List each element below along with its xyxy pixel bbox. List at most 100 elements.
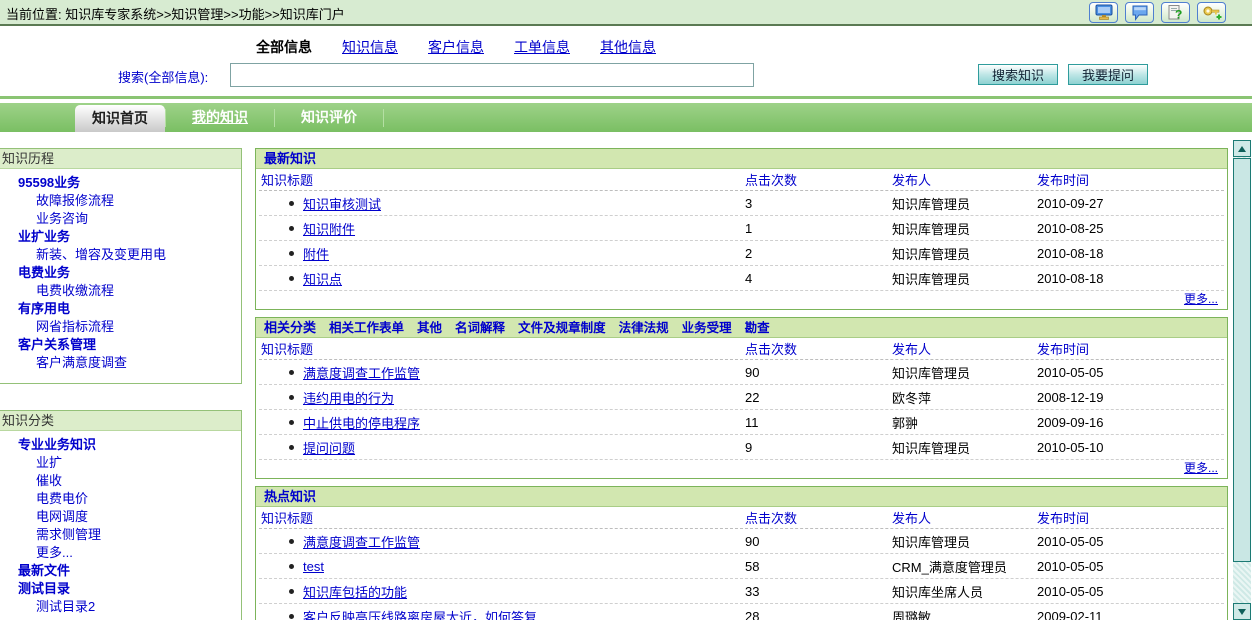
more-link[interactable]: 更多... [1184,292,1218,306]
sidebar-item-95598[interactable]: 95598业务 [0,174,241,192]
scroll-up-button[interactable] [1233,140,1251,157]
knowledge-title-link[interactable]: 违约用电的行为 [303,388,394,407]
cell-date: 2010-09-27 [1037,196,1224,211]
search-knowledge-button[interactable]: 搜索知识 [978,64,1058,85]
sidebar-item-fee-collection[interactable]: 电费收缴流程 [0,282,241,300]
remote-desktop-button[interactable] [1089,2,1118,23]
knowledge-title-link[interactable]: 知识点 [303,269,342,288]
knowledge-title-link[interactable]: 满意度调查工作监管 [303,532,420,551]
sidebar-item-satisfaction-survey[interactable]: 客户满意度调查 [0,354,241,372]
tab-customer-info[interactable]: 客户信息 [428,37,484,57]
bullet-icon [289,370,294,375]
cell-date: 2009-02-11 [1037,609,1224,620]
knowledge-title-link[interactable]: 附件 [303,244,329,263]
category-link-regulations[interactable]: 文件及规章制度 [518,318,606,338]
help-doc-icon: ? [1167,4,1185,21]
panel-title: 热点知识 [264,487,316,507]
sidebar-item-professional-knowledge[interactable]: 专业业务知识 [0,436,241,454]
knowledge-table: 知识标题 点击次数 发布人 发布时间 满意度调查工作监管 90 知识库管理员 2… [256,507,1227,620]
sidebar-item-test-dir2[interactable]: 测试目录2 [0,598,241,616]
search-input[interactable] [230,63,754,87]
category-link-acceptance[interactable]: 业务受理 [682,318,732,338]
ask-question-button[interactable]: 我要提问 [1068,64,1148,85]
col-clicks: 点击次数 [745,339,892,358]
help-button[interactable]: ? [1161,2,1190,23]
vertical-scrollbar[interactable] [1233,140,1251,620]
knowledge-title-link[interactable]: 满意度调查工作监管 [303,363,420,382]
sidebar-item-more[interactable]: 更多... [0,544,241,562]
cell-date: 2010-05-10 [1037,440,1224,455]
col-date: 发布时间 [1037,339,1224,358]
cell-date: 2009-09-16 [1037,415,1224,430]
table-row: 客户反映高压线路离房屋太近，如何答复 28 周璐敏 2009-02-11 [259,604,1224,620]
panel-title: 相关分类 [264,318,316,338]
sidebar-item-latest-files[interactable]: 最新文件 [0,562,241,580]
table-row: 知识库包括的功能 33 知识库坐席人员 2010-05-05 [259,579,1224,604]
col-publisher: 发布人 [892,508,1037,527]
knowledge-title-link[interactable]: 知识库包括的功能 [303,582,407,601]
category-link-glossary[interactable]: 名词解释 [455,318,505,338]
sidebar-item-fee-price[interactable]: 电费电价 [0,490,241,508]
tab-other-info[interactable]: 其他信息 [600,37,656,57]
tab-knowledge-info[interactable]: 知识信息 [342,37,398,57]
panel-header: 最新知识 [256,149,1227,169]
key-add-button[interactable] [1197,2,1226,23]
cell-clicks: 4 [745,271,892,286]
cell-clicks: 22 [745,390,892,405]
sidebar-item-electric-fee[interactable]: 电费业务 [0,264,241,282]
knowledge-title-link[interactable]: 知识附件 [303,219,355,238]
cell-date: 2010-05-05 [1037,559,1224,574]
category-link-laws[interactable]: 法律法规 [619,318,669,338]
more-link[interactable]: 更多... [1184,461,1218,475]
sidebar-item-orderly-power[interactable]: 有序用电 [0,300,241,318]
cell-clicks: 58 [745,559,892,574]
col-clicks: 点击次数 [745,508,892,527]
bullet-icon [289,420,294,425]
sidebar-item-crm[interactable]: 客户关系管理 [0,336,241,354]
knowledge-title-link[interactable]: 提问问题 [303,438,355,457]
chat-button[interactable] [1125,2,1154,23]
col-clicks: 点击次数 [745,170,892,189]
cell-date: 2010-08-18 [1037,271,1224,286]
col-publisher: 发布人 [892,339,1037,358]
cell-publisher: 知识库管理员 [892,363,1037,382]
sidebar-item-expansion[interactable]: 业扩业务 [0,228,241,246]
knowledge-title-link[interactable]: 客户反映高压线路离房屋太近，如何答复 [303,607,537,620]
nav-tab-knowledge-home[interactable]: 知识首页 [75,105,165,132]
sidebar-item-new-install[interactable]: 新装、增容及变更用电 [0,246,241,264]
knowledge-title-link[interactable]: 中止供电的停电程序 [303,413,420,432]
sidebar-item-collection[interactable]: 催收 [0,472,241,490]
scroll-thumb[interactable] [1233,158,1251,562]
category-link-worksheet[interactable]: 相关工作表单 [329,318,404,338]
arrow-up-icon [1238,146,1246,152]
bullet-icon [289,589,294,594]
bullet-icon [289,201,294,206]
sidebar-item-fault-repair[interactable]: 故障报修流程 [0,192,241,210]
category-link-survey[interactable]: 勘查 [745,318,770,338]
sidebar: 知识历程 95598业务 故障报修流程 业务咨询 业扩业务 新装、增容及变更用电… [0,148,242,620]
sidebar-item-test-dir[interactable]: 测试目录 [0,580,241,598]
cell-clicks: 3 [745,196,892,211]
tab-workorder-info[interactable]: 工单信息 [514,37,570,57]
arrow-down-icon [1238,609,1246,615]
tab-all-info[interactable]: 全部信息 [256,37,312,57]
table-header-row: 知识标题 点击次数 发布人 发布时间 [259,169,1224,191]
sidebar-item-grid-dispatch[interactable]: 电网调度 [0,508,241,526]
sidebar-item-business-consult[interactable]: 业务咨询 [0,210,241,228]
cell-title: 知识点 [259,269,745,288]
sidebar-item-demand-side[interactable]: 需求侧管理 [0,526,241,544]
scroll-down-button[interactable] [1233,603,1251,620]
knowledge-title-link[interactable]: test [303,559,324,574]
sidebar-item-grid-index[interactable]: 网省指标流程 [0,318,241,336]
col-title: 知识标题 [259,339,745,358]
cell-clicks: 90 [745,534,892,549]
knowledge-title-link[interactable]: 知识审核测试 [303,194,381,213]
sidebar-item-yekuo[interactable]: 业扩 [0,454,241,472]
main-navbar: 知识首页 我的知识 知识评价 [0,103,1252,132]
category-link-other[interactable]: 其他 [417,318,442,338]
cell-clicks: 33 [745,584,892,599]
nav-tab-knowledge-rating[interactable]: 知识评价 [275,103,383,132]
breadcrumb: 当前位置: 知识库专家系统>>知识管理>>功能>>知识库门户 [6,4,345,23]
nav-tab-my-knowledge[interactable]: 我的知识 [166,103,274,132]
bullet-icon [289,251,294,256]
